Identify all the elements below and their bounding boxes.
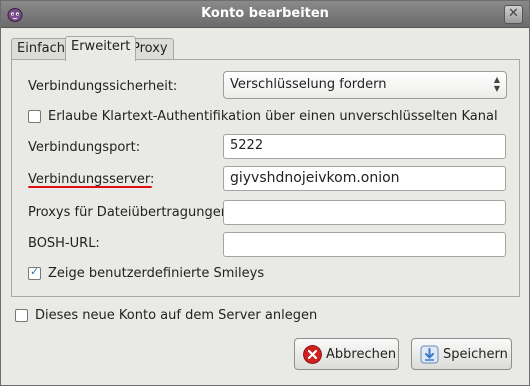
tab-einfach[interactable]: Einfach — [11, 38, 71, 60]
red-underline-annotation — [28, 186, 152, 188]
cancel-icon — [303, 345, 322, 364]
security-select[interactable]: Verschlüsselung fordern ▲ ▼ — [223, 71, 507, 99]
smileys-checkbox[interactable] — [28, 265, 41, 280]
register-checkbox[interactable] — [15, 309, 28, 322]
server-input[interactable]: giyvshdnojeivkom.onion — [223, 166, 506, 191]
window-close-button[interactable]: ✕ — [504, 5, 523, 24]
bosh-url-label: BOSH-URL: — [28, 236, 100, 251]
save-icon — [420, 345, 439, 364]
updown-arrows-icon: ▲ ▼ — [493, 75, 500, 93]
port-label: Verbindungsport: — [28, 140, 141, 155]
file-proxy-input[interactable] — [223, 200, 506, 225]
plaintext-auth-checkbox[interactable] — [28, 110, 41, 123]
server-label: Verbindungsserver: — [28, 172, 155, 187]
save-button[interactable]: Speichern — [411, 338, 512, 370]
register-label: Dieses neue Konto auf dem Server anlegen — [35, 308, 318, 323]
security-label: Verbindungssicherheit: — [28, 79, 178, 94]
cancel-button-label: Abbrechen — [326, 347, 397, 362]
cancel-button[interactable]: Abbrechen — [294, 338, 399, 370]
close-icon: ✕ — [508, 6, 519, 21]
save-button-label: Speichern — [443, 347, 508, 362]
bosh-url-input[interactable] — [223, 232, 506, 257]
register-row[interactable]: Dieses neue Konto auf dem Server anlegen — [15, 308, 318, 324]
tab-erweitert[interactable]: Erweitert — [65, 36, 137, 61]
window-title: Konto bearbeiten — [201, 6, 329, 21]
smileys-label: Zeige benutzerdefinierte Smileys — [48, 266, 265, 281]
security-select-value: Verschlüsselung fordern — [230, 77, 387, 92]
plaintext-auth-row[interactable]: Erlaube Klartext-Authentifikation über e… — [28, 109, 498, 125]
plaintext-auth-label: Erlaube Klartext-Authentifikation über e… — [48, 109, 498, 124]
smileys-row[interactable]: Zeige benutzerdefinierte Smileys — [28, 265, 288, 282]
advanced-settings-panel: Verbindungssicherheit: Verschlüsselung f… — [11, 59, 520, 297]
port-input[interactable]: 5222 — [223, 134, 506, 159]
title-bar[interactable]: Konto bearbeiten ✕ — [1, 1, 529, 28]
file-proxy-label: Proxys für Dateiübertragungen: — [28, 205, 234, 220]
edit-account-dialog: Konto bearbeiten ✕ Einfach Erweitert Pro… — [0, 0, 530, 386]
